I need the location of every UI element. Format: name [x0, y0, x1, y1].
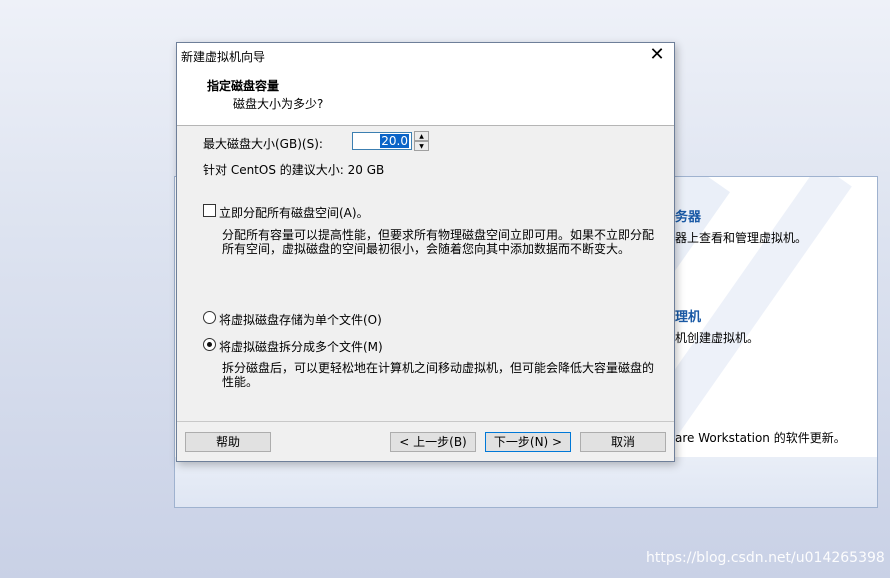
decorative-band: [175, 457, 877, 507]
create-vm-title[interactable]: 理机: [675, 306, 701, 325]
allocate-description: 分配所有容量可以提高性能，但要求所有物理磁盘空间立即可用。如果不立即分配 所有空…: [222, 228, 654, 256]
new-vm-wizard-dialog: 新建虚拟机向导 ✕ 指定磁盘容量 磁盘大小为多少? 最大磁盘大小(GB)(S):…: [176, 42, 675, 462]
watermark-url: https://blog.csdn.net/u014265398: [646, 550, 885, 566]
max-disk-size-label: 最大磁盘大小(GB)(S):: [203, 137, 323, 151]
connect-server-title[interactable]: 务器: [675, 206, 701, 225]
footer-divider: [177, 421, 674, 422]
back-button[interactable]: < 上一步(B): [390, 432, 476, 452]
allocate-desc-line: 分配所有容量可以提高性能，但要求所有物理磁盘空间立即可用。如果不立即分配: [222, 228, 655, 242]
software-update-desc[interactable]: are Workstation 的软件更新。: [675, 429, 846, 446]
max-disk-size-value: 20.0: [380, 134, 409, 148]
next-button[interactable]: 下一步(N) >: [485, 432, 571, 452]
single-file-label[interactable]: 将虚拟磁盘存储为单个文件(O): [219, 311, 382, 328]
section-subtitle: 磁盘大小为多少?: [233, 97, 324, 111]
multi-file-label[interactable]: 将虚拟磁盘拆分成多个文件(M): [219, 338, 383, 355]
disk-size-spinner[interactable]: ▲ ▼: [414, 131, 430, 153]
allocate-desc-line: 所有空间，虚拟磁盘的空间最初很小，会随着您向其中添加数据而不断变大。: [222, 242, 631, 256]
multi-file-description: 拆分磁盘后，可以更轻松地在计算机之间移动虚拟机，但可能会降低大容量磁盘的 性能。: [222, 361, 654, 389]
create-vm-desc: 机创建虚拟机。: [675, 331, 760, 345]
help-button[interactable]: 帮助: [185, 432, 271, 452]
dialog-title: 新建虚拟机向导: [181, 50, 266, 64]
dialog-header: 新建虚拟机向导 ✕ 指定磁盘容量 磁盘大小为多少?: [177, 43, 674, 126]
max-disk-size-input[interactable]: 20.0: [352, 132, 412, 150]
single-file-radio[interactable]: [203, 311, 216, 324]
connect-server-desc: 器上查看和管理虚拟机。: [675, 231, 808, 245]
multi-desc-line: 性能。: [222, 375, 259, 389]
allocate-all-label[interactable]: 立即分配所有磁盘空间(A)。: [219, 204, 369, 221]
multi-file-radio[interactable]: [203, 338, 216, 351]
close-icon[interactable]: ✕: [646, 45, 668, 65]
recommended-size-text: 针对 CentOS 的建议大小: 20 GB: [203, 163, 385, 177]
spin-up-icon[interactable]: ▲: [414, 131, 429, 141]
allocate-all-checkbox[interactable]: [203, 204, 216, 217]
section-title: 指定磁盘容量: [207, 79, 280, 93]
cancel-button[interactable]: 取消: [580, 432, 666, 452]
spin-down-icon[interactable]: ▼: [414, 141, 429, 151]
multi-desc-line: 拆分磁盘后，可以更轻松地在计算机之间移动虚拟机，但可能会降低大容量磁盘的: [222, 361, 655, 375]
